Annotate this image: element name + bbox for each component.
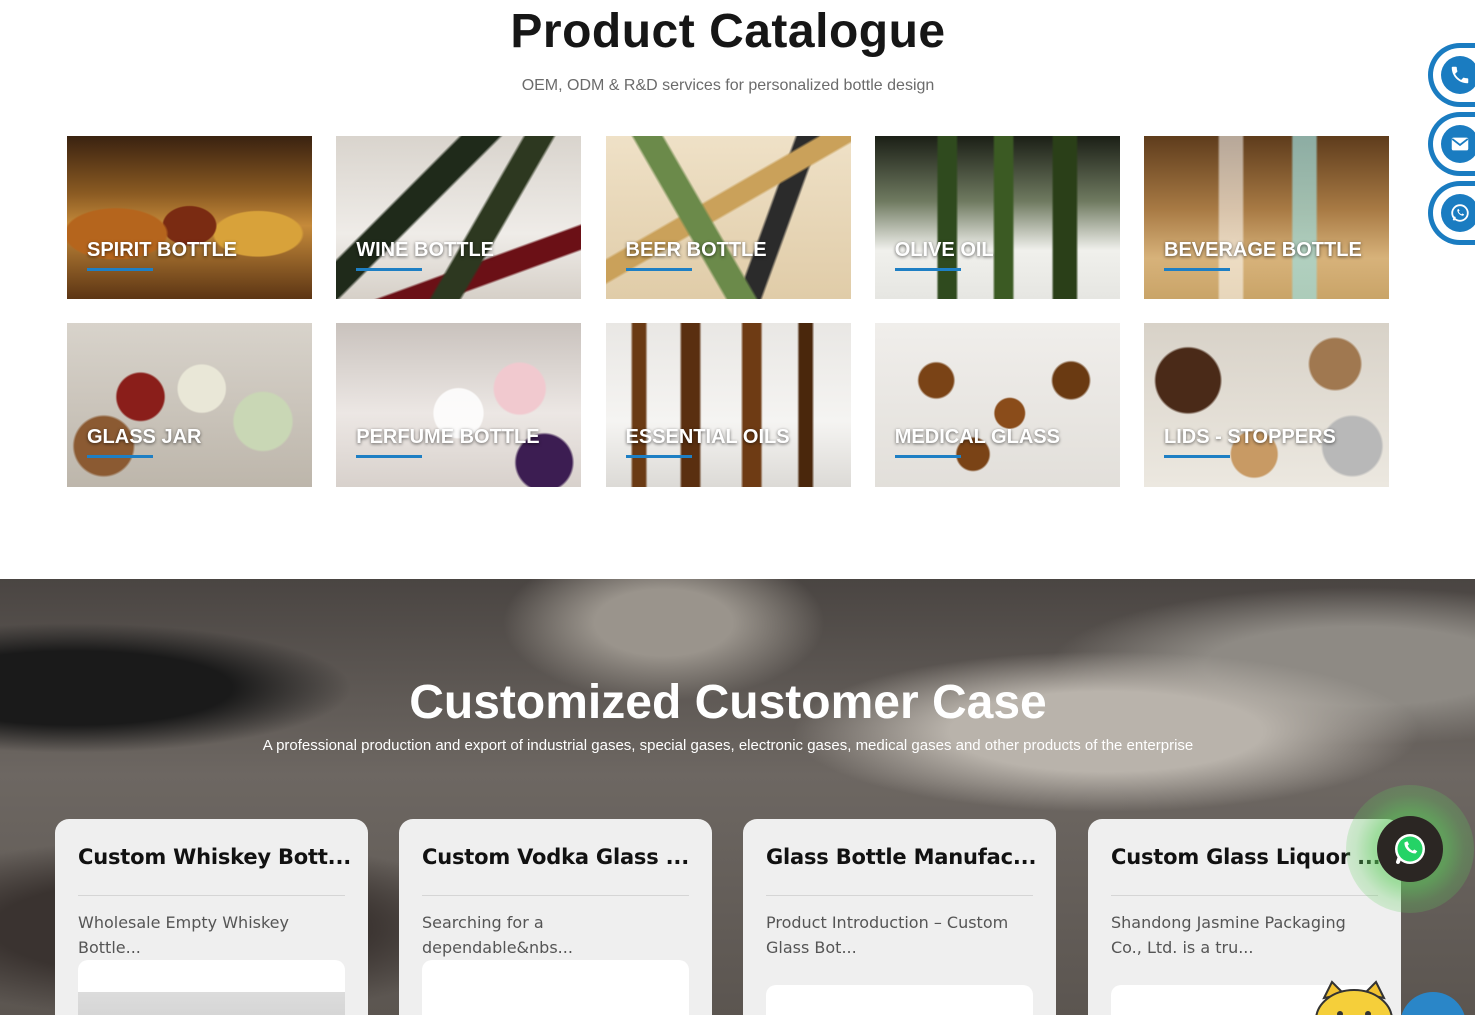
case-card-divider bbox=[1111, 895, 1378, 896]
case-card-thumbnail bbox=[422, 960, 689, 1015]
tile-label: PERFUME BOTTLE bbox=[356, 426, 540, 448]
tile-underline bbox=[87, 455, 153, 458]
beverage-bottle-image bbox=[1144, 136, 1389, 299]
catalogue-tile-wine-bottle[interactable]: WINE BOTTLE bbox=[336, 136, 582, 299]
tile-underline bbox=[1164, 455, 1230, 458]
tile-underline bbox=[356, 455, 423, 458]
customer-case-section: Customized Customer Case A professional … bbox=[0, 579, 1475, 1015]
tile-label: OLIVE OIL bbox=[894, 239, 994, 261]
cases-title: Customized Customer Case bbox=[409, 676, 1047, 729]
case-card-description: Wholesale Empty Whiskey Bottle... bbox=[78, 913, 289, 957]
medical-glass-image bbox=[874, 323, 1120, 487]
tile-label: MEDICAL GLASS bbox=[894, 426, 1060, 448]
olive-oil-image bbox=[874, 136, 1120, 299]
case-card-glass-bottle[interactable]: Glass Bottle Manufac... Product Introduc… bbox=[743, 819, 1056, 1015]
spirit-bottle-image bbox=[67, 136, 312, 299]
wine-bottle-image bbox=[336, 136, 582, 299]
essential-oils-image bbox=[605, 323, 851, 487]
perfume-bottle-image bbox=[336, 323, 582, 487]
catalogue-grid: SPIRIT BOTTLE WINE BOTTLE BEER BOTTLE OL… bbox=[67, 136, 1389, 487]
tile-underline bbox=[87, 268, 153, 271]
chat-mascot-icon[interactable] bbox=[1310, 980, 1398, 1015]
whatsapp-icon bbox=[1395, 834, 1425, 864]
catalogue-tile-olive-oil[interactable]: OLIVE OIL bbox=[874, 136, 1120, 299]
case-card-title: Custom Glass Liquor ... bbox=[1111, 845, 1381, 869]
cases-subtitle: A professional production and export of … bbox=[262, 737, 1194, 754]
phone-icon bbox=[1441, 56, 1475, 94]
case-card-divider bbox=[766, 895, 1033, 896]
tile-label: WINE BOTTLE bbox=[356, 239, 495, 261]
tile-label: BEVERAGE BOTTLE bbox=[1164, 239, 1362, 261]
tile-underline bbox=[625, 268, 692, 271]
catalogue-tile-lids-stoppers[interactable]: LIDS - STOPPERS bbox=[1144, 323, 1389, 487]
case-card-title: Custom Vodka Glass ... bbox=[422, 845, 689, 869]
catalogue-tile-spirit-bottle[interactable]: SPIRIT BOTTLE bbox=[67, 136, 312, 299]
case-card-title: Custom Whiskey Bott... bbox=[78, 845, 352, 869]
catalogue-tile-medical-glass[interactable]: MEDICAL GLASS bbox=[874, 323, 1120, 487]
catalogue-subtitle: OEM, ODM & R&D services for personalized… bbox=[521, 77, 935, 94]
tile-label: ESSENTIAL OILS bbox=[625, 426, 790, 448]
case-card-description: Shandong Jasmine Packaging Co., Ltd. is … bbox=[1111, 913, 1346, 957]
email-icon bbox=[1441, 125, 1475, 163]
glass-jar-image bbox=[67, 323, 312, 487]
catalogue-tile-glass-jar[interactable]: GLASS JAR bbox=[67, 323, 312, 487]
tile-underline bbox=[894, 268, 961, 271]
tile-underline bbox=[356, 268, 423, 271]
case-card-thumbnail bbox=[78, 960, 345, 1015]
catalogue-tile-beer-bottle[interactable]: BEER BOTTLE bbox=[605, 136, 851, 299]
case-card-divider bbox=[78, 895, 345, 896]
case-card-vodka[interactable]: Custom Vodka Glass ... Searching for a d… bbox=[399, 819, 712, 1015]
product-catalogue-section: Product Catalogue OEM, ODM & R&D service… bbox=[0, 0, 1475, 579]
case-card-description: Product Introduction – Custom Glass Bot.… bbox=[766, 913, 1009, 957]
case-card-whiskey[interactable]: Custom Whiskey Bott... Wholesale Empty W… bbox=[55, 819, 368, 1015]
case-card-divider bbox=[422, 895, 689, 896]
case-card-title: Glass Bottle Manufac... bbox=[766, 845, 1037, 869]
case-card-photo bbox=[78, 992, 345, 1015]
tile-label: BEER BOTTLE bbox=[625, 239, 767, 261]
whatsapp-chat-button[interactable] bbox=[1377, 816, 1443, 882]
tile-label: LIDS - STOPPERS bbox=[1164, 426, 1336, 448]
tile-label: GLASS JAR bbox=[87, 426, 202, 448]
whatsapp-icon bbox=[1441, 194, 1475, 232]
beer-bottle-image bbox=[605, 136, 851, 299]
tile-underline bbox=[894, 455, 961, 458]
tile-underline bbox=[625, 455, 692, 458]
case-card-description: Searching for a dependable&nbs... bbox=[422, 913, 573, 957]
case-card-thumbnail bbox=[766, 985, 1033, 1015]
tile-underline bbox=[1164, 268, 1230, 271]
catalogue-title: Product Catalogue bbox=[510, 5, 946, 58]
catalogue-tile-beverage-bottle[interactable]: BEVERAGE BOTTLE bbox=[1144, 136, 1389, 299]
tile-label: SPIRIT BOTTLE bbox=[87, 239, 237, 261]
catalogue-tile-essential-oils[interactable]: ESSENTIAL OILS bbox=[605, 323, 851, 487]
catalogue-tile-perfume-bottle[interactable]: PERFUME BOTTLE bbox=[336, 323, 582, 487]
lids-stoppers-image bbox=[1144, 323, 1389, 487]
